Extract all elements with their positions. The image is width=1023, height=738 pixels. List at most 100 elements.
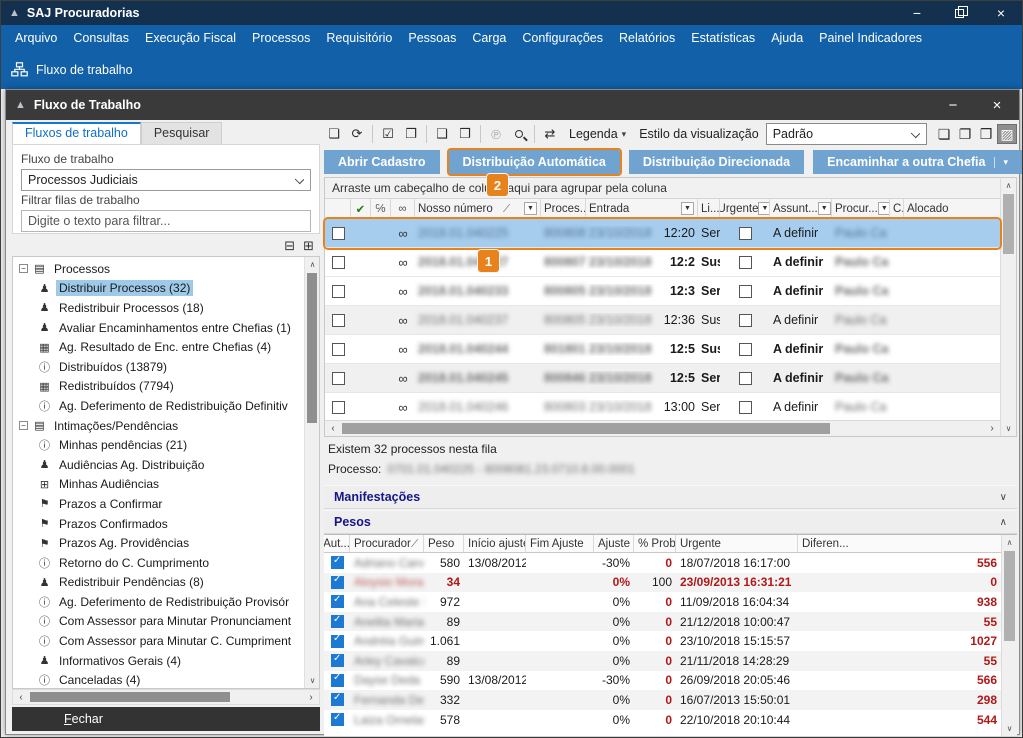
row-checkbox[interactable]	[332, 343, 345, 356]
scroll-up-icon[interactable]: ∧	[1001, 178, 1016, 193]
pesos-row[interactable]: Arley Cavalcante89 0%0 21/11/2018 14:28:…	[324, 651, 1001, 671]
column-diferenca[interactable]: Diferen...	[798, 535, 1001, 552]
filter-button[interactable]: ▼	[878, 202, 890, 215]
scroll-down-icon[interactable]: ∨	[305, 673, 320, 688]
tree-node-intimacoes[interactable]: −▤Intimações/Pendências	[13, 416, 304, 436]
scroll-up-icon[interactable]: ∧	[305, 257, 320, 272]
expand-all-icon[interactable]: ⊞	[303, 238, 314, 254]
column-alocado[interactable]: Alocado	[904, 199, 1000, 218]
abrir-cadastro-button[interactable]: Abrir Cadastro	[324, 150, 440, 174]
column-processo[interactable]: Proces...▼	[541, 199, 586, 218]
scroll-left-icon[interactable]: ‹	[325, 421, 341, 436]
menu-configuracoes[interactable]: Configurações	[514, 27, 611, 49]
filter-button[interactable]: ▼	[524, 202, 537, 215]
pesos-row[interactable]: Fernanda De San332 0%0 16/07/2013 15:50:…	[324, 690, 1001, 710]
menu-pessoas[interactable]: Pessoas	[400, 27, 464, 49]
filter-button[interactable]: ▼	[818, 202, 831, 215]
table-row[interactable]: ∞ 2018.01.040237 8008053 23/10/201812:36…	[325, 306, 1000, 335]
layout-panel-icon[interactable]: ❏	[934, 124, 954, 144]
distribuicao-direcionada-button[interactable]: Distribuição Direcionada	[629, 150, 804, 174]
tree-node-processos[interactable]: −▤Processos	[13, 259, 304, 279]
scrollbar-thumb[interactable]	[30, 692, 230, 702]
row-checkbox[interactable]	[332, 256, 345, 269]
pesos-vertical-scrollbar[interactable]: ∧ ∨	[1001, 535, 1017, 736]
aut-checkbox[interactable]	[331, 615, 344, 628]
caret-down-icon[interactable]: ▾	[994, 157, 1008, 168]
menu-ajuda[interactable]: Ajuda	[763, 27, 811, 49]
close-button[interactable]: ×	[980, 1, 1022, 25]
scroll-right-icon[interactable]: ›	[303, 690, 319, 704]
minimize-button[interactable]: −	[896, 1, 938, 25]
urgente-checkbox[interactable]	[739, 256, 752, 269]
table-row[interactable]: ∞ 2018.01.040225 8008081 23/10/201812:20…	[325, 219, 1000, 248]
tree-item-assessor-cumprimento[interactable]: ⓘCom Assessor para Minutar C. Cumpriment	[13, 631, 304, 651]
fechar-button[interactable]: Fechar	[12, 707, 320, 731]
column-inicio-ajuste[interactable]: Início ajuste	[464, 535, 526, 552]
refresh-icon[interactable]: ⟳	[347, 124, 367, 144]
tree-item-audiencias-ag-distribuicao[interactable]: ♟Audiências Ag. Distribuição	[13, 455, 304, 475]
tab-fluxos-de-trabalho[interactable]: Fluxos de trabalho	[12, 122, 141, 144]
scrollbar-thumb[interactable]	[1003, 194, 1014, 254]
check-column-header[interactable]: ✔	[351, 199, 371, 218]
copy-icon[interactable]: ❐	[401, 124, 421, 144]
aut-checkbox[interactable]	[331, 654, 344, 667]
column-ajuste[interactable]: Ajuste %	[594, 535, 634, 552]
tree-item-prazos-confirmados[interactable]: ⚑Prazos Confirmados	[13, 514, 304, 534]
scrollbar-thumb[interactable]	[342, 423, 830, 434]
menu-processos[interactable]: Processos	[244, 27, 318, 49]
menu-carga[interactable]: Carga	[464, 27, 514, 49]
window-close-button[interactable]: ×	[975, 90, 1019, 120]
tree-vertical-scrollbar[interactable]: ∧ ∨	[304, 257, 319, 688]
grid-horizontal-scrollbar[interactable]: ‹ ›	[325, 420, 1000, 436]
group-by-bar[interactable]: Arraste um cabeçalho de coluna aqui para…	[325, 178, 1000, 199]
menu-relatorios[interactable]: Relatórios	[611, 27, 683, 49]
pesos-row[interactable]: Ana Celeste Brito972 0%0 11/09/2018 16:0…	[324, 592, 1001, 612]
layout-edit-icon[interactable]: ▨	[997, 124, 1017, 144]
tree-item-distribuidos[interactable]: ⓘDistribuídos (13879)	[13, 357, 304, 377]
urgente-checkbox[interactable]	[739, 227, 752, 240]
new-document-icon[interactable]: ❏	[324, 124, 344, 144]
flow-select[interactable]: Processos Judiciais	[21, 169, 311, 191]
menu-painel-indicadores[interactable]: Painel Indicadores	[811, 27, 930, 49]
aut-checkbox[interactable]	[331, 556, 344, 569]
scroll-left-icon[interactable]: ‹	[13, 690, 29, 704]
pesos-row[interactable]: Anelita Maria Dua89 0%0 21/12/2018 10:00…	[324, 612, 1001, 632]
tree-item-redistribuidos[interactable]: ▦Redistribuídos (7794)	[13, 377, 304, 397]
estilo-select[interactable]: Padrão	[766, 123, 927, 145]
row-checkbox[interactable]	[332, 372, 345, 385]
urgente-checkbox[interactable]	[739, 372, 752, 385]
menu-requisitorio[interactable]: Requisitório	[318, 27, 400, 49]
aut-checkbox[interactable]	[331, 635, 344, 648]
aut-checkbox[interactable]	[331, 674, 344, 687]
layout-hierarchy-icon[interactable]: ❐	[955, 124, 975, 144]
pesos-section-header[interactable]: Pesos ∧	[324, 510, 1017, 534]
filter-input[interactable]	[21, 210, 311, 232]
scroll-down-icon[interactable]: ∨	[1001, 421, 1016, 436]
tree-item-avaliar-encaminhamentos[interactable]: ♟Avaliar Encaminhamentos entre Chefias (…	[13, 318, 304, 338]
table-row[interactable]: ∞ 2018.01.040227 8008075 23/10/201812:2 …	[325, 248, 1000, 277]
column-urgente[interactable]: Urgente	[676, 535, 798, 552]
key-column-header[interactable]: ℅	[371, 199, 391, 218]
select-column-header[interactable]	[325, 199, 351, 218]
tree-item-minhas-audiencias[interactable]: ⊞Minhas Audiências	[13, 475, 304, 495]
pesos-row[interactable]: Dayse Deda Caff590 13/08/2012 -30%0 26/0…	[324, 671, 1001, 691]
row-checkbox[interactable]	[332, 285, 345, 298]
chevron-down-icon[interactable]: ∨	[1000, 492, 1007, 503]
scroll-right-icon[interactable]: ›	[984, 421, 1000, 436]
aut-checkbox[interactable]	[331, 713, 344, 726]
scroll-up-icon[interactable]: ∧	[1002, 535, 1017, 550]
aut-checkbox[interactable]	[331, 693, 344, 706]
tree-item-ag-deferimento-provisoria[interactable]: ⓘAg. Deferimento de Redistribuição Provi…	[13, 592, 304, 612]
search-document-icon[interactable]	[509, 124, 529, 144]
tree-item-prazos-a-confirmar[interactable]: ⚑Prazos a Confirmar	[13, 494, 304, 514]
pesos-row[interactable]: Aloysio Moraes34 0%100 23/09/2013 16:31:…	[324, 573, 1001, 593]
manifestacoes-section-header[interactable]: Manifestações ∨	[324, 485, 1017, 509]
tree-horizontal-scrollbar[interactable]: ‹ ›	[12, 689, 320, 705]
column-c[interactable]: C...	[890, 199, 904, 218]
row-checkbox[interactable]	[332, 314, 345, 327]
workflow-shortcut[interactable]: Fluxo de trabalho	[36, 63, 133, 77]
tree-item-distribuir-processos[interactable]: ♟Distribuir Processos (32)	[13, 279, 304, 299]
tree-item-redistribuir-processos[interactable]: ♟Redistribuir Processos (18)	[13, 298, 304, 318]
restore-button[interactable]	[938, 1, 980, 25]
scrollbar-thumb[interactable]	[307, 273, 317, 423]
